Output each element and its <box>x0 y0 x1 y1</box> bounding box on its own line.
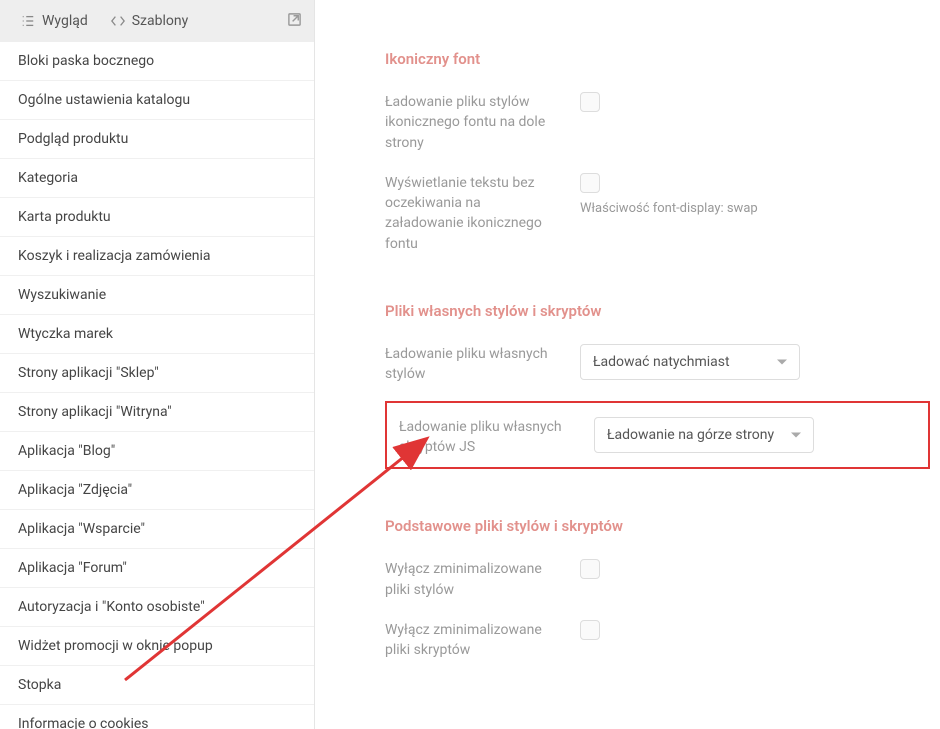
tab-appearance[interactable]: Wygląd <box>12 0 96 42</box>
sidebar-item[interactable]: Informacje o cookies <box>0 705 314 729</box>
select-value: Ładować natychmiast <box>593 354 730 370</box>
field-label: Ładowanie pliku stylów ikonicznego fontu… <box>385 92 560 153</box>
field-label: Wyłącz zminimalizowane pliki skryptów <box>385 620 560 661</box>
select-custom-scripts-load[interactable]: Ładowanie na górze strony <box>594 417 814 453</box>
section-title: Ikoniczny font <box>385 50 930 68</box>
sidebar-list: Bloki paska bocznegoOgólne ustawienia ka… <box>0 42 314 729</box>
field-note: Właściwość font-display: swap <box>580 201 930 216</box>
content: Ikoniczny font Ładowanie pliku stylów ik… <box>315 0 940 729</box>
sidebar-item[interactable]: Wyszukiwanie <box>0 276 314 315</box>
sidebar-item[interactable]: Karta produktu <box>0 198 314 237</box>
field-disable-min-styles: Wyłącz zminimalizowane pliki stylów <box>385 559 930 600</box>
section-base-files: Podstawowe pliki stylów i skryptów Wyłąc… <box>385 517 930 660</box>
highlighted-field: Ładowanie pliku własnych skryptów JS Ład… <box>385 401 930 470</box>
field-custom-styles-load: Ładowanie pliku własnych stylów Ładować … <box>385 344 930 385</box>
sidebar-item[interactable]: Wtyczka marek <box>0 315 314 354</box>
field-custom-scripts-load: Ładowanie pliku własnych skryptów JS Ład… <box>399 417 916 458</box>
sidebar-item[interactable]: Widżet promocji w oknie popup <box>0 627 314 666</box>
select-custom-styles-load[interactable]: Ładować natychmiast <box>580 344 800 380</box>
sidebar-item[interactable]: Kategoria <box>0 159 314 198</box>
field-label: Ładowanie pliku własnych skryptów JS <box>399 417 574 458</box>
section-custom-files: Pliki własnych stylów i skryptów Ładowan… <box>385 302 930 469</box>
sidebar-item[interactable]: Autoryzacja i "Konto osobiste" <box>0 588 314 627</box>
sidebar-tabs: Wygląd Szablony <box>0 0 314 42</box>
sidebar: Wygląd Szablony Bloki paska bocznegoOgól… <box>0 0 315 729</box>
field-font-display-swap: Wyświetlanie tekstu bez oczekiwania na z… <box>385 173 930 254</box>
section-title: Pliki własnych stylów i skryptów <box>385 302 930 320</box>
sidebar-item[interactable]: Aplikacja "Zdjęcia" <box>0 471 314 510</box>
section-title: Podstawowe pliki stylów i skryptów <box>385 517 930 535</box>
sidebar-item[interactable]: Aplikacja "Forum" <box>0 549 314 588</box>
sidebar-item[interactable]: Stopka <box>0 666 314 705</box>
open-external-icon[interactable] <box>287 12 302 31</box>
sidebar-item[interactable]: Aplikacja "Wsparcie" <box>0 510 314 549</box>
tab-label: Szablony <box>132 13 188 29</box>
sidebar-item[interactable]: Strony aplikacji "Witryna" <box>0 393 314 432</box>
section-icon-font: Ikoniczny font Ładowanie pliku stylów ik… <box>385 50 930 254</box>
field-disable-min-scripts: Wyłącz zminimalizowane pliki skryptów <box>385 620 930 661</box>
select-value: Ładowanie na górze strony <box>607 427 774 443</box>
field-label: Wyświetlanie tekstu bez oczekiwania na z… <box>385 173 560 254</box>
sidebar-item[interactable]: Aplikacja "Blog" <box>0 432 314 471</box>
field-icon-font-bottom: Ładowanie pliku stylów ikonicznego fontu… <box>385 92 930 153</box>
checkbox-font-display-swap[interactable] <box>580 173 600 193</box>
sidebar-item[interactable]: Koszyk i realizacja zamówienia <box>0 237 314 276</box>
sidebar-item[interactable]: Ogólne ustawienia katalogu <box>0 81 314 120</box>
checkbox-disable-min-scripts[interactable] <box>580 620 600 640</box>
list-icon <box>20 13 36 29</box>
sidebar-item[interactable]: Podgląd produktu <box>0 120 314 159</box>
sidebar-item[interactable]: Bloki paska bocznego <box>0 42 314 81</box>
tab-templates[interactable]: Szablony <box>102 0 196 42</box>
checkbox-icon-font-bottom[interactable] <box>580 92 600 112</box>
field-label: Wyłącz zminimalizowane pliki stylów <box>385 559 560 600</box>
sidebar-item[interactable]: Strony aplikacji "Sklep" <box>0 354 314 393</box>
checkbox-disable-min-styles[interactable] <box>580 559 600 579</box>
code-icon <box>110 13 126 29</box>
tab-label: Wygląd <box>42 13 88 29</box>
field-label: Ładowanie pliku własnych stylów <box>385 344 560 385</box>
